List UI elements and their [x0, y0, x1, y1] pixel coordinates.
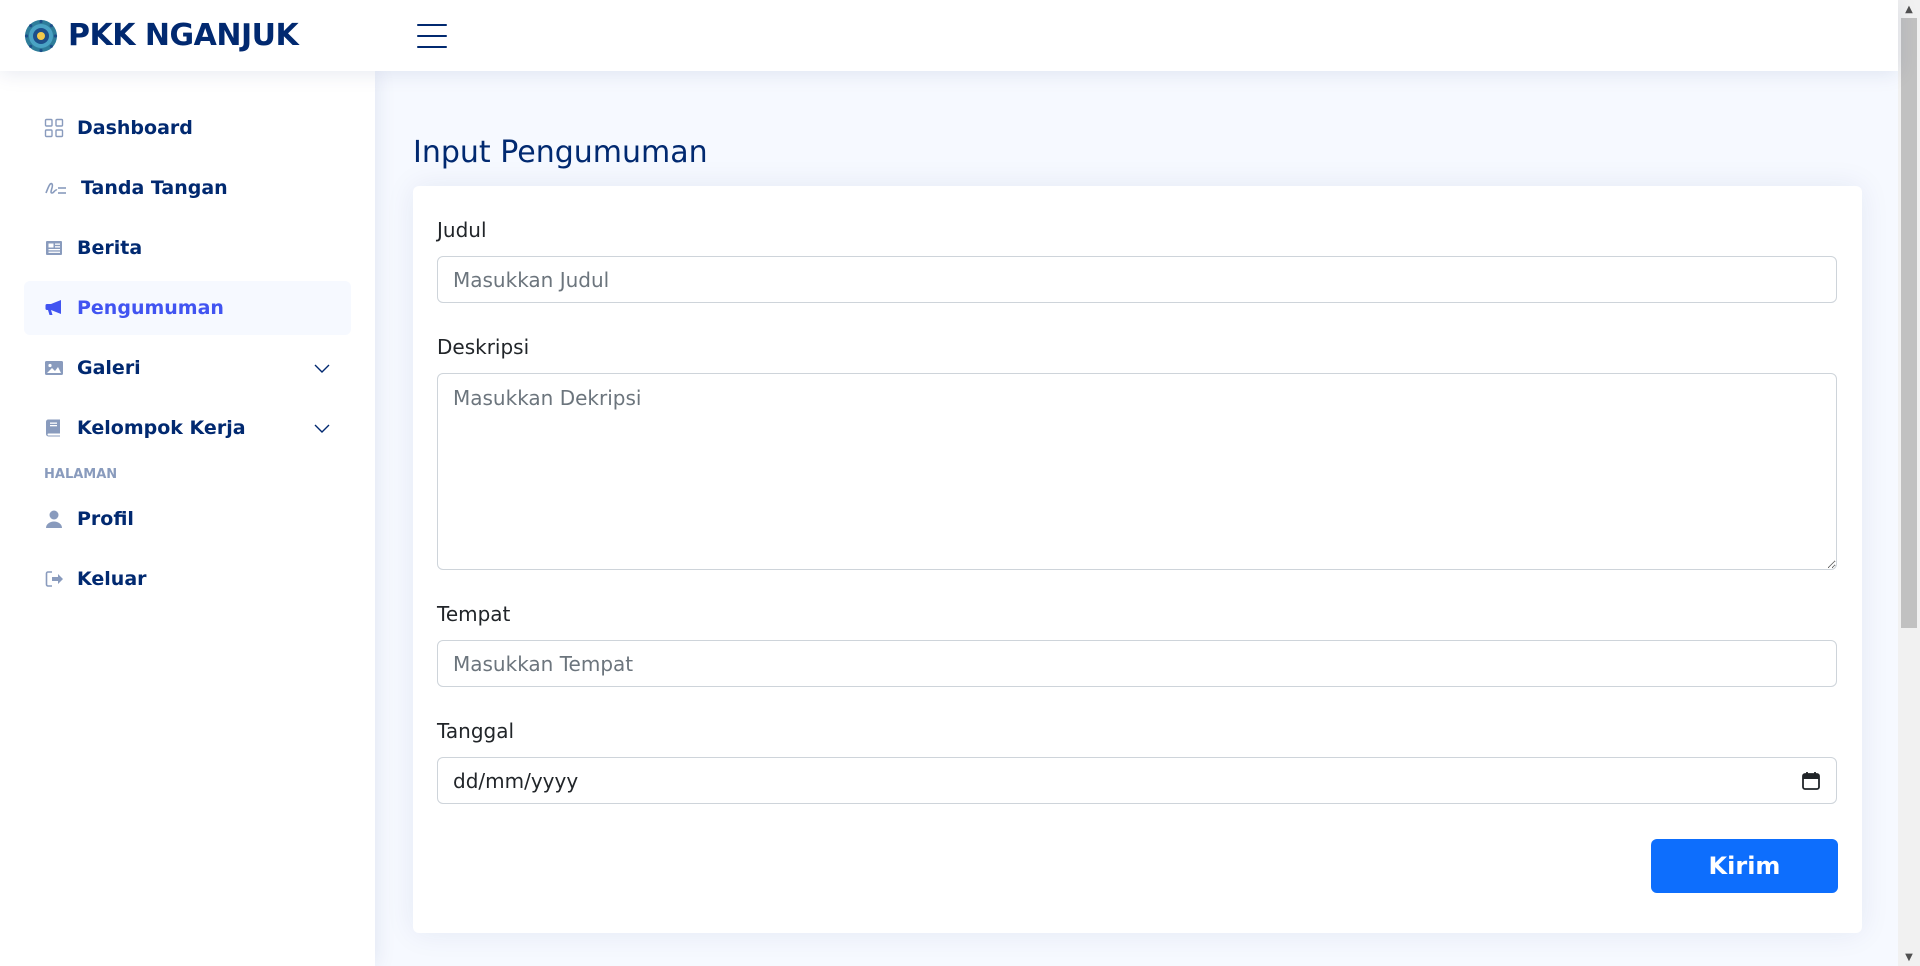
- tempat-input[interactable]: [437, 640, 1837, 687]
- image-icon: [45, 361, 63, 375]
- sidebar-item-label: Galeri: [77, 357, 141, 379]
- sidebar-item-keluar[interactable]: Keluar: [24, 552, 351, 606]
- judul-label: Judul: [437, 218, 487, 242]
- chevron-down-icon[interactable]: [313, 419, 331, 437]
- person-icon: [46, 510, 62, 528]
- tanggal-date-input[interactable]: dd/mm/yyyy: [437, 757, 1837, 804]
- sidebar-item-galeri[interactable]: Galeri: [24, 341, 351, 395]
- sidebar-item-label: Tanda Tangan: [81, 177, 228, 199]
- scroll-up-arrow-icon[interactable]: ▲: [1898, 0, 1920, 18]
- pkk-emblem-icon: [24, 19, 58, 52]
- tempat-label: Tempat: [437, 602, 511, 626]
- brand-name: PKK NGANJUK: [68, 18, 299, 53]
- deskripsi-textarea[interactable]: [437, 373, 1837, 570]
- page-scrollbar[interactable]: ▲ ▼: [1898, 0, 1920, 966]
- announcement-form: Judul Deskripsi Tempat Tanggal dd/mm/yyy…: [413, 186, 1862, 933]
- scrollbar-thumb[interactable]: [1901, 18, 1917, 628]
- deskripsi-label: Deskripsi: [437, 335, 530, 359]
- calendar-icon[interactable]: [1801, 771, 1821, 791]
- megaphone-icon: [45, 300, 61, 315]
- sidebar-section-heading: HALAMAN: [44, 467, 118, 482]
- brand-logo[interactable]: PKK NGANJUK: [24, 18, 390, 53]
- submit-button[interactable]: Kirim: [1651, 839, 1838, 893]
- sidebar-item-label: Dashboard: [77, 117, 193, 139]
- hamburger-menu-icon[interactable]: [417, 23, 447, 48]
- tanggal-label: Tanggal: [437, 719, 515, 743]
- sidebar-item-profil[interactable]: Profil: [24, 492, 351, 546]
- book-icon: [45, 419, 60, 437]
- sidebar-item-label: Berita: [77, 237, 143, 259]
- logout-icon: [45, 571, 63, 587]
- sidebar-item-label: Kelompok Kerja: [77, 417, 246, 439]
- sidebar: Dashboard Tanda Tangan Berita Pengumuman: [0, 71, 375, 966]
- sidebar-item-berita[interactable]: Berita: [24, 221, 351, 275]
- sidebar-item-label: Keluar: [77, 568, 147, 590]
- sidebar-item-kelompok-kerja[interactable]: Kelompok Kerja: [24, 401, 351, 455]
- top-header: PKK NGANJUK: [0, 0, 1898, 71]
- scroll-down-arrow-icon[interactable]: ▼: [1898, 948, 1920, 966]
- chevron-down-icon[interactable]: [313, 359, 331, 377]
- sidebar-item-pengumuman[interactable]: Pengumuman: [24, 281, 351, 335]
- sidebar-item-tanda-tangan[interactable]: Tanda Tangan: [24, 161, 351, 215]
- signature-icon: [45, 182, 66, 194]
- tanggal-value: dd/mm/yyyy: [453, 768, 579, 793]
- sidebar-item-label: Profil: [77, 508, 134, 530]
- sidebar-item-dashboard[interactable]: Dashboard: [24, 101, 351, 155]
- page-title: Input Pengumuman: [413, 135, 708, 170]
- main-content: Input Pengumuman Judul Deskripsi Tempat …: [375, 71, 1898, 966]
- grid-icon: [44, 118, 64, 138]
- sidebar-item-label: Pengumuman: [77, 297, 224, 319]
- judul-input[interactable]: [437, 256, 1837, 303]
- newspaper-icon: [46, 241, 62, 255]
